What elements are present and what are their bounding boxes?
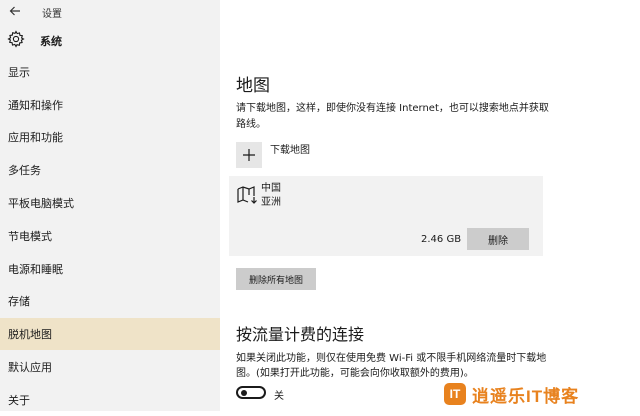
sidebar-item-label: 关于 xyxy=(8,394,30,407)
sidebar-item-battery-saver[interactable]: 节电模式 xyxy=(0,220,220,252)
maps-description: 请下载地图，这样，即使你没有连接 Internet，也可以搜索地点并获取路线。 xyxy=(236,103,549,130)
map-size: 2.46 GB xyxy=(421,234,462,245)
sidebar-item-label: 电源和睡眠 xyxy=(8,263,63,276)
map-name: 中国 亚洲 xyxy=(261,182,281,210)
sidebar-item-storage[interactable]: 存储 xyxy=(0,285,220,317)
delete-all-maps-button[interactable]: 删除所有地图 xyxy=(236,268,316,290)
watermark: IT 逍遥乐IT博客 xyxy=(444,381,636,407)
watermark-logo: IT xyxy=(444,383,466,405)
plus-icon xyxy=(243,149,255,161)
sidebar-item-label: 存储 xyxy=(8,295,30,308)
sidebar-item-offline-maps[interactable]: 脱机地图 xyxy=(0,318,220,350)
sidebar: 显示 通知和操作 应用和功能 多任务 平板电脑模式 节电模式 电源和睡眠 存储 … xyxy=(0,0,220,411)
sidebar-item-display[interactable]: 显示 xyxy=(0,56,220,88)
sidebar-item-label: 默认应用 xyxy=(8,361,52,374)
metered-description: 如果关闭此功能，则仅在使用免费 Wi-Fi 或不限手机网络流量时下载地图。(如果… xyxy=(236,353,547,379)
sidebar-item-notifications[interactable]: 通知和操作 xyxy=(0,89,220,121)
sidebar-item-label: 脱机地图 xyxy=(8,328,52,341)
metered-toggle[interactable] xyxy=(236,386,266,399)
window-title: 设置 xyxy=(42,9,62,20)
map-download-icon xyxy=(237,185,259,205)
delete-map-button[interactable]: 删除 xyxy=(467,228,529,250)
sidebar-item-label: 平板电脑模式 xyxy=(8,197,74,210)
map-list-item[interactable]: 中国 亚洲 2.46 GB 删除 xyxy=(229,176,543,256)
map-region: 亚洲 xyxy=(261,197,281,208)
sidebar-item-default-apps[interactable]: 默认应用 xyxy=(0,351,220,383)
gear-icon xyxy=(7,30,25,48)
sidebar-item-tablet-mode[interactable]: 平板电脑模式 xyxy=(0,187,220,219)
maps-heading: 地图 xyxy=(236,76,270,96)
toggle-knob xyxy=(241,390,247,396)
main-content: 地图 请下载地图，这样，即使你没有连接 Internet，也可以搜索地点并获取路… xyxy=(229,0,640,411)
sidebar-item-label: 显示 xyxy=(8,66,30,79)
sidebar-item-power-sleep[interactable]: 电源和睡眠 xyxy=(0,253,220,285)
download-maps-button[interactable] xyxy=(236,142,262,168)
sidebar-item-label: 通知和操作 xyxy=(8,99,63,112)
download-maps-label[interactable]: 下载地图 xyxy=(270,141,310,156)
sidebar-item-label: 多任务 xyxy=(8,164,41,177)
page-title: 系统 xyxy=(40,35,62,48)
sidebar-item-apps[interactable]: 应用和功能 xyxy=(0,121,220,153)
back-arrow-icon[interactable] xyxy=(8,4,22,18)
sidebar-item-about[interactable]: 关于 xyxy=(0,384,220,416)
map-country: 中国 xyxy=(261,183,281,194)
sidebar-item-label: 应用和功能 xyxy=(8,131,63,144)
sidebar-item-multitasking[interactable]: 多任务 xyxy=(0,154,220,186)
toggle-state-label: 关 xyxy=(274,391,284,402)
watermark-text: 逍遥乐IT博客 xyxy=(472,386,580,406)
sidebar-item-label: 节电模式 xyxy=(8,230,52,243)
metered-heading: 按流量计费的连接 xyxy=(236,325,365,344)
